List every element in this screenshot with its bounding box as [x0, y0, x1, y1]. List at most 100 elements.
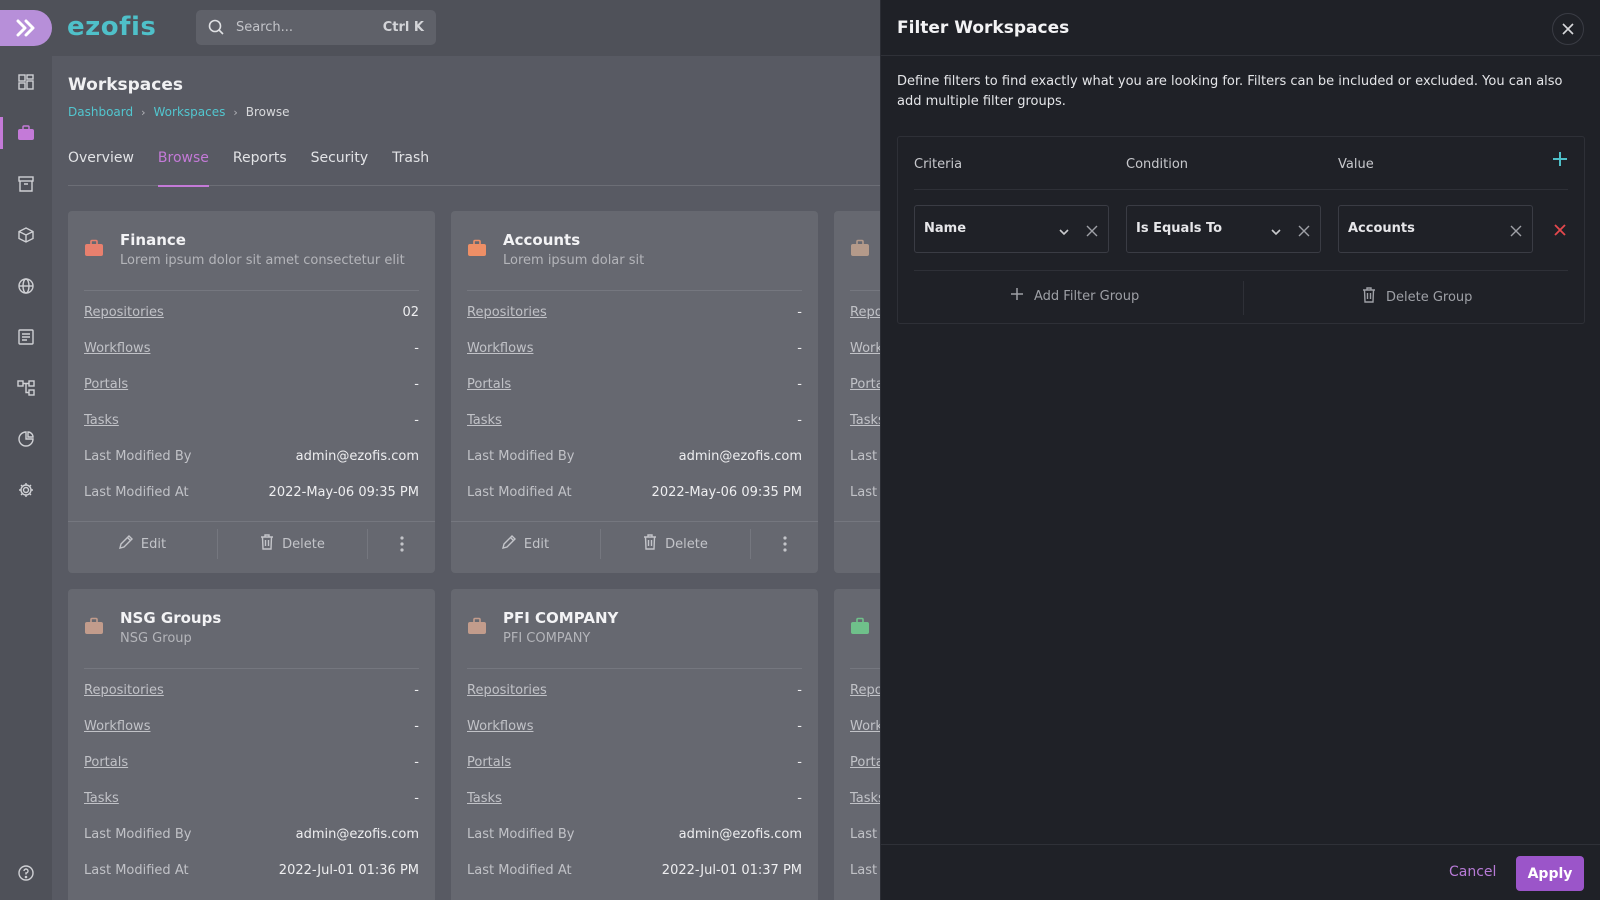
chevron-down-icon[interactable]	[1270, 223, 1282, 242]
card-link[interactable]: Work	[850, 341, 880, 356]
card-link[interactable]: Porta	[850, 377, 880, 392]
card-row: Tasks -	[84, 791, 419, 811]
divider	[914, 270, 1568, 271]
card-link[interactable]: Porta	[850, 755, 880, 770]
edit-button[interactable]: Edit	[834, 529, 880, 559]
card-row: Repositories -	[84, 683, 419, 703]
card-link[interactable]: Repo	[850, 683, 880, 698]
breadcrumb-browse: Browse	[245, 105, 290, 119]
briefcase-icon	[467, 617, 487, 639]
card-row: Last Modified By admin@ezofis.com	[467, 827, 802, 847]
briefcase-icon	[467, 239, 487, 261]
workspace-card[interactable]: Repo Work Porta Tasks Last Last EditDelete	[834, 211, 880, 573]
card-link[interactable]: Tasks	[467, 791, 502, 806]
card-row: Repositories -	[467, 683, 802, 703]
card-title: Finance	[120, 231, 186, 249]
tab-bar: Overview Browse Reports Security Trash	[68, 148, 880, 187]
card-actions: EditDelete	[834, 521, 880, 566]
condition-select[interactable]: Is Equals To	[1126, 205, 1321, 253]
apply-button[interactable]: Apply	[1516, 856, 1584, 891]
delete-button[interactable]: Delete	[601, 529, 751, 559]
card-link[interactable]: Portals	[84, 377, 128, 392]
card-title: PFI COMPANY	[503, 609, 619, 627]
tab-security[interactable]: Security	[311, 148, 369, 186]
card-link[interactable]: Tasks	[850, 413, 880, 428]
edit-button[interactable]: Edit	[451, 529, 601, 559]
clear-icon[interactable]	[1086, 222, 1098, 241]
tab-reports[interactable]: Reports	[233, 148, 287, 186]
card-header: PFI COMPANY PFI COMPANY	[467, 609, 802, 669]
remove-filter-icon[interactable]	[1554, 221, 1566, 240]
chevron-right-icon: ›	[233, 105, 238, 119]
edit-label: Edit	[523, 536, 550, 552]
chevron-right-icon: ›	[141, 105, 146, 119]
delete-group-button[interactable]: Delete Group	[1362, 287, 1472, 307]
card-actions: Edit Delete	[451, 521, 818, 566]
card-value: -	[414, 413, 419, 428]
card-title: Accounts	[503, 231, 581, 249]
card-row: Workflows -	[84, 719, 419, 739]
card-value: -	[797, 719, 802, 734]
add-filter-group-button[interactable]: Add Filter Group	[1010, 287, 1139, 305]
card-label: Last Modified By	[84, 449, 192, 464]
card-link[interactable]: Repo	[850, 305, 880, 320]
card-row: Portals -	[84, 755, 419, 775]
card-link[interactable]: Workflows	[84, 341, 150, 356]
briefcase-icon	[850, 239, 870, 261]
card-link[interactable]: Workflows	[467, 719, 533, 734]
card-link[interactable]: Workflows	[84, 719, 150, 734]
more-options-icon[interactable]	[368, 529, 435, 559]
card-link[interactable]: Portals	[84, 755, 128, 770]
trash-icon	[260, 534, 274, 554]
breadcrumb-workspaces[interactable]: Workspaces	[154, 105, 226, 119]
tab-browse[interactable]: Browse	[157, 148, 209, 187]
cancel-button[interactable]: Cancel	[1449, 864, 1496, 880]
chevron-down-icon[interactable]	[1058, 223, 1070, 242]
clear-icon[interactable]	[1510, 222, 1522, 241]
card-subtitle: PFI COMPANY	[503, 631, 591, 646]
value-input[interactable]: Accounts	[1338, 205, 1533, 253]
card-row: Tasks	[850, 413, 880, 433]
workspace-card[interactable]: PFI COMPANY PFI COMPANY Repositories - Workf…	[451, 589, 818, 900]
card-link[interactable]: Workflows	[467, 341, 533, 356]
card-row: Last Modified By admin@ezofis.com	[84, 449, 419, 469]
card-link[interactable]: Repositories	[84, 683, 164, 698]
workspace-card[interactable]: Repo Work Porta Tasks Last Last	[834, 589, 880, 900]
card-link[interactable]: Repositories	[467, 305, 547, 320]
clear-icon[interactable]	[1298, 222, 1310, 241]
add-filter-icon[interactable]	[1552, 151, 1568, 171]
search-input[interactable]: Search... Ctrl K	[196, 10, 436, 45]
card-link[interactable]: Repositories	[467, 683, 547, 698]
more-options-icon[interactable]	[751, 529, 818, 559]
card-value: -	[797, 413, 802, 428]
criteria-header: Criteria	[914, 157, 963, 172]
card-link[interactable]: Work	[850, 719, 880, 734]
workspace-card[interactable]: Finance Lorem ipsum dolor sit amet consec…	[68, 211, 435, 573]
card-row: Last Modified At 2022-Jul-01 01:37 PM	[467, 863, 802, 883]
criteria-select[interactable]: Name	[914, 205, 1109, 253]
filter-drawer: Filter Workspaces Define filters to find…	[880, 0, 1600, 900]
card-value: -	[414, 719, 419, 734]
workspace-card[interactable]: NSG Groups NSG Group Repositories - Workflow…	[68, 589, 435, 900]
card-link[interactable]: Portals	[467, 377, 511, 392]
close-icon[interactable]	[1552, 13, 1584, 45]
card-value: admin@ezofis.com	[295, 827, 419, 842]
delete-button[interactable]: Delete	[218, 529, 368, 559]
card-link[interactable]: Portals	[467, 755, 511, 770]
card-value: admin@ezofis.com	[678, 827, 802, 842]
breadcrumb-dashboard[interactable]: Dashboard	[68, 105, 133, 119]
card-link[interactable]: Tasks	[850, 791, 880, 806]
criteria-value: Name	[924, 221, 967, 236]
tab-overview[interactable]: Overview	[68, 148, 134, 186]
condition-header: Condition	[1126, 157, 1189, 172]
card-link[interactable]: Tasks	[467, 413, 502, 428]
card-link[interactable]: Tasks	[84, 791, 119, 806]
card-link[interactable]: Repositories	[84, 305, 164, 320]
workspace-card[interactable]: Accounts Lorem ipsum dolar sit Repositorie…	[451, 211, 818, 573]
trash-icon	[1362, 287, 1376, 307]
card-value: -	[414, 683, 419, 698]
tab-trash[interactable]: Trash	[392, 148, 429, 186]
card-link[interactable]: Tasks	[84, 413, 119, 428]
edit-button[interactable]: Edit	[68, 529, 218, 559]
card-subtitle: NSG Group	[120, 631, 192, 646]
